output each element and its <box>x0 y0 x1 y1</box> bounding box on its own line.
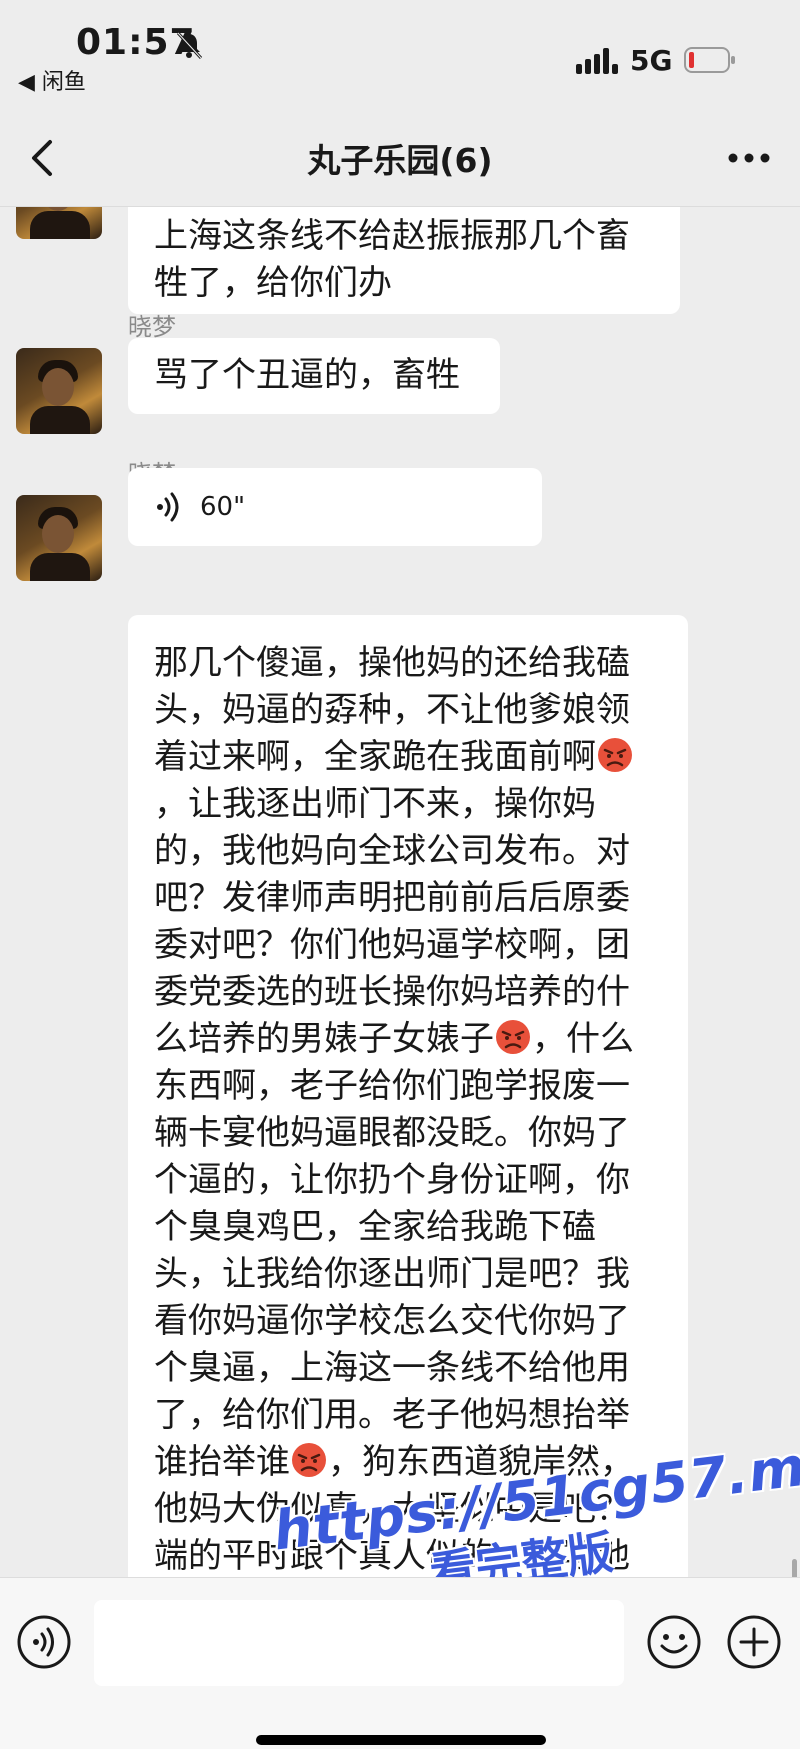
avatar[interactable] <box>16 495 102 581</box>
message-text: 骂了个丑逼的，畜牲 <box>154 355 460 395</box>
scrollbar[interactable] <box>792 1559 797 1577</box>
angry-face-icon <box>292 1443 326 1477</box>
message-text: 那几个傻逼，操他妈的还给我磕头，妈逼的孬种，不让他爹娘领着过来啊，全家跪在我面前… <box>154 640 662 1577</box>
battery-icon <box>684 47 735 73</box>
message-bubble[interactable]: 上海这条线不给赵振振那几个畜牲了，给你们办 <box>128 207 680 314</box>
message-text-segment: ，让我逐出师门不来，操你妈的，我他妈向全球公司发布。对吧？发律师声明把前前后后原… <box>154 784 630 1059</box>
message-text-segment: ，什么东西啊，老子给你们跑学报废一辆卡宴他妈逼眼都没眨。你妈了个逼的，让你扔个身… <box>154 1019 634 1482</box>
nav-bar: 丸子乐园(6) <box>0 110 800 207</box>
voice-wave-icon <box>157 492 179 522</box>
angry-face-icon <box>598 738 632 772</box>
more-options-icon[interactable] <box>726 140 772 176</box>
message-bubble[interactable]: 那几个傻逼，操他妈的还给我磕头，妈逼的孬种，不让他爹娘领着过来啊，全家跪在我面前… <box>128 615 688 1577</box>
home-indicator[interactable] <box>256 1735 546 1745</box>
avatar[interactable] <box>16 348 102 434</box>
add-more-icon[interactable] <box>726 1614 782 1670</box>
back-to-app-link[interactable]: ◀ 闲鱼 <box>18 64 86 96</box>
voice-duration: 60" <box>200 492 246 522</box>
bell-muted-icon <box>176 31 203 60</box>
input-bar <box>0 1577 800 1749</box>
message-text-segment: 那几个傻逼，操他妈的还给我磕头，妈逼的孬种，不让他爹娘领着过来啊，全家跪在我面前… <box>154 643 630 777</box>
angry-face-icon <box>496 1020 530 1054</box>
avatar[interactable] <box>16 207 102 239</box>
status-bar: 01:57 ◀ 闲鱼 5G <box>0 0 800 110</box>
message-input[interactable] <box>94 1600 624 1686</box>
voice-message-bubble[interactable]: 60" <box>128 468 542 546</box>
emoji-picker-icon[interactable] <box>646 1614 702 1670</box>
network-type: 5G <box>630 44 673 77</box>
chat-title: 丸子乐园(6) <box>307 141 493 180</box>
chat-area[interactable]: 上海这条线不给赵振振那几个畜牲了，给你们办 晓梦 骂了个丑逼的，畜牲 晓梦 60… <box>0 207 800 1577</box>
sender-name: 晓梦 <box>128 313 176 341</box>
voice-input-icon[interactable] <box>16 1614 72 1670</box>
message-text: 上海这条线不给赵振振那几个畜牲了，给你们办 <box>154 216 630 303</box>
message-bubble[interactable]: 骂了个丑逼的，畜牲 <box>128 338 500 414</box>
signal-icon <box>576 48 618 74</box>
